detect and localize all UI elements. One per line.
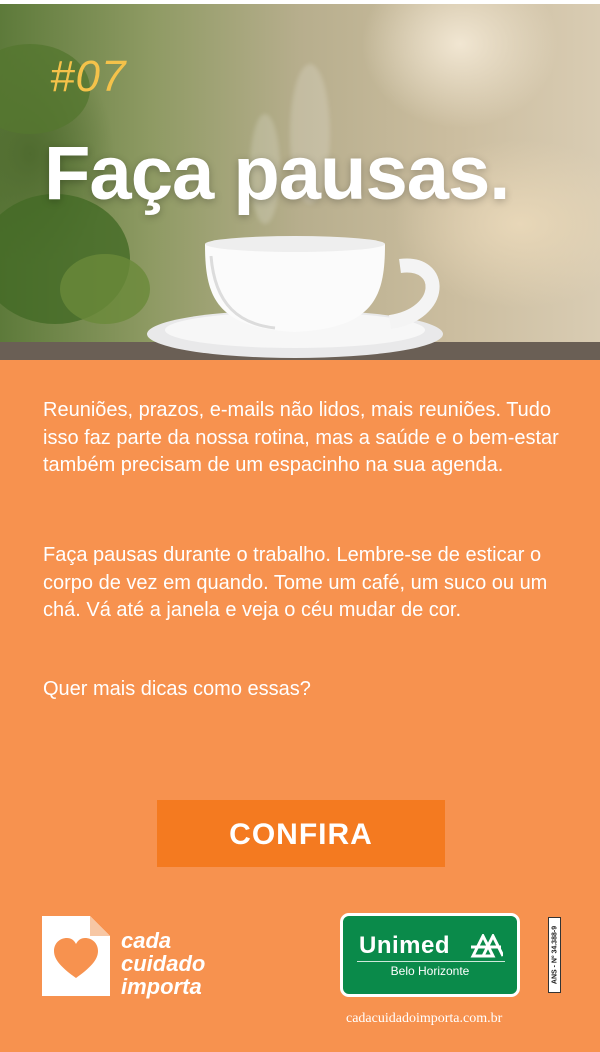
- ans-registration: ANS - Nº 34.388-9: [548, 917, 561, 993]
- unimed-trees-icon: [470, 934, 503, 958]
- unimed-logo[interactable]: Unimed Belo Horizonte: [340, 913, 520, 997]
- tip-number: #07: [50, 52, 127, 101]
- unimed-divider: [357, 961, 505, 962]
- foliage: [60, 254, 150, 324]
- unimed-city: Belo Horizonte: [390, 964, 470, 978]
- campaign-word: importa: [121, 974, 202, 999]
- ans-text: ANS - Nº 34.388-9: [551, 925, 558, 985]
- website-link[interactable]: cadacuidadoimporta.com.br: [346, 1011, 502, 1027]
- tips-paragraph: Faça pausas durante o trabalho. Lembre-s…: [43, 544, 548, 621]
- coffee-cup-icon: [147, 236, 443, 358]
- intro-paragraph: Reuniões, prazos, e-mails não lidos, mai…: [43, 399, 559, 476]
- page: #07 Faça pausas. Reuniões, prazos, e-mai…: [0, 0, 600, 1052]
- campaign-logo-text[interactable]: cada cuidado importa: [121, 929, 205, 998]
- campaign-word: cada: [121, 928, 172, 953]
- campaign-word: cuidado: [121, 951, 206, 976]
- question-text: Quer mais dicas como essas?: [43, 678, 311, 700]
- unimed-name: Unimed: [359, 932, 451, 959]
- hero-image: #07 Faça pausas.: [0, 4, 600, 360]
- page-title: Faça pausas.: [44, 131, 510, 216]
- confira-button[interactable]: CONFIRA: [157, 800, 445, 867]
- heart-document-icon[interactable]: [42, 916, 110, 996]
